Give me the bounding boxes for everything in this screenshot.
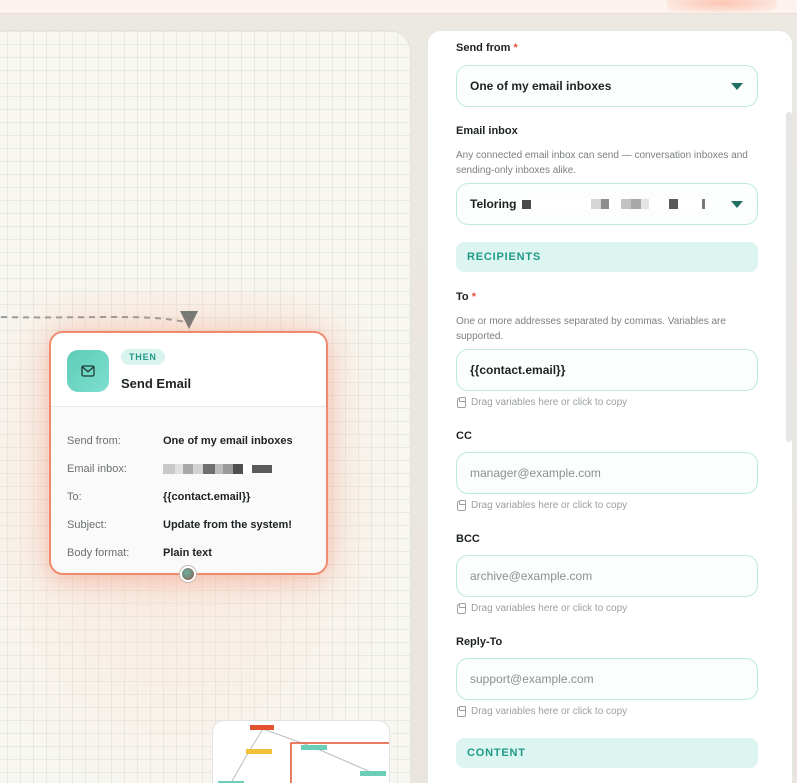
send-from-value: One of my email inboxes [470, 79, 612, 93]
email-inbox-select[interactable]: Teloring [456, 183, 758, 225]
email-inbox-value: Teloring [470, 197, 517, 211]
clipboard-icon [457, 602, 466, 614]
to-hint[interactable]: Drag variables here or click to copy [457, 396, 628, 408]
minimap-preview [218, 725, 389, 783]
mail-icon [67, 350, 109, 392]
node-row-send-from: Send from: One of my email inboxes [67, 427, 310, 455]
send-from-select[interactable]: One of my email inboxes [456, 65, 758, 107]
to-label-text: To [456, 291, 469, 303]
minimap[interactable] [212, 720, 390, 783]
top-bar-glow [667, 0, 777, 12]
bcc-hint-text: Drag variables here or click to copy [471, 603, 628, 614]
node-details: Send from: One of my email inboxes Email… [51, 407, 326, 567]
clipboard-icon [457, 705, 466, 717]
to-input[interactable] [456, 349, 758, 391]
cc-input[interactable] [456, 452, 758, 494]
content-section-header: CONTENT [456, 738, 758, 768]
send-from-label-text: Send from [456, 42, 511, 54]
chevron-down-icon [731, 83, 743, 90]
email-inbox-label: Email inbox [456, 125, 518, 137]
to-helper: One or more addresses separated by comma… [456, 316, 726, 342]
recipients-section-header: RECIPIENTS [456, 242, 758, 272]
node-row-email-inbox: Email inbox: [67, 455, 310, 483]
node-row-subject: Subject: Update from the system! [67, 511, 310, 539]
node-row-value: One of my email inboxes [163, 435, 293, 447]
bcc-input[interactable] [456, 555, 758, 597]
chevron-down-icon [731, 201, 743, 208]
email-inbox-helper: Any connected email inbox can send — con… [456, 150, 748, 176]
panel-scrollbar[interactable] [786, 112, 792, 442]
to-label: To * [456, 291, 476, 303]
required-mark: * [513, 42, 518, 54]
redacted-value [163, 464, 272, 474]
top-bar [0, 0, 797, 14]
node-row-body-format: Body format: Plain text [67, 539, 310, 567]
node-row-key: To: [67, 491, 82, 503]
node-row-key: Email inbox: [67, 463, 127, 475]
required-mark: * [471, 291, 476, 303]
node-row-value: {{contact.email}} [163, 491, 251, 503]
send-from-label: Send from * [456, 42, 518, 54]
reply-to-hint-text: Drag variables here or click to copy [471, 706, 628, 717]
clipboard-icon [457, 396, 466, 408]
node-row-value: Plain text [163, 547, 212, 559]
send-email-node[interactable]: THEN Send Email Send from: One of my ema… [49, 331, 328, 575]
reply-to-label: Reply-To [456, 636, 503, 648]
node-row-key: Body format: [67, 547, 130, 559]
node-type-badge: THEN [121, 349, 165, 365]
cc-label: CC [456, 430, 472, 442]
redacted-value [522, 199, 706, 209]
edge-arrow-icon [180, 311, 198, 329]
node-row-key: Subject: [67, 519, 107, 531]
to-hint-text: Drag variables here or click to copy [471, 397, 628, 408]
node-header: THEN Send Email [51, 333, 326, 407]
node-row-key: Send from: [67, 435, 121, 447]
node-output-handle[interactable] [180, 566, 196, 582]
cc-hint-text: Drag variables here or click to copy [471, 500, 628, 511]
node-row-to: To: {{contact.email}} [67, 483, 310, 511]
node-row-value: Update from the system! [163, 519, 292, 531]
clipboard-icon [457, 499, 466, 511]
bcc-label: BCC [456, 533, 480, 545]
bcc-hint[interactable]: Drag variables here or click to copy [457, 602, 628, 614]
cc-hint[interactable]: Drag variables here or click to copy [457, 499, 628, 511]
reply-to-input[interactable] [456, 658, 758, 700]
node-title: Send Email [121, 376, 192, 391]
reply-to-hint[interactable]: Drag variables here or click to copy [457, 705, 628, 717]
